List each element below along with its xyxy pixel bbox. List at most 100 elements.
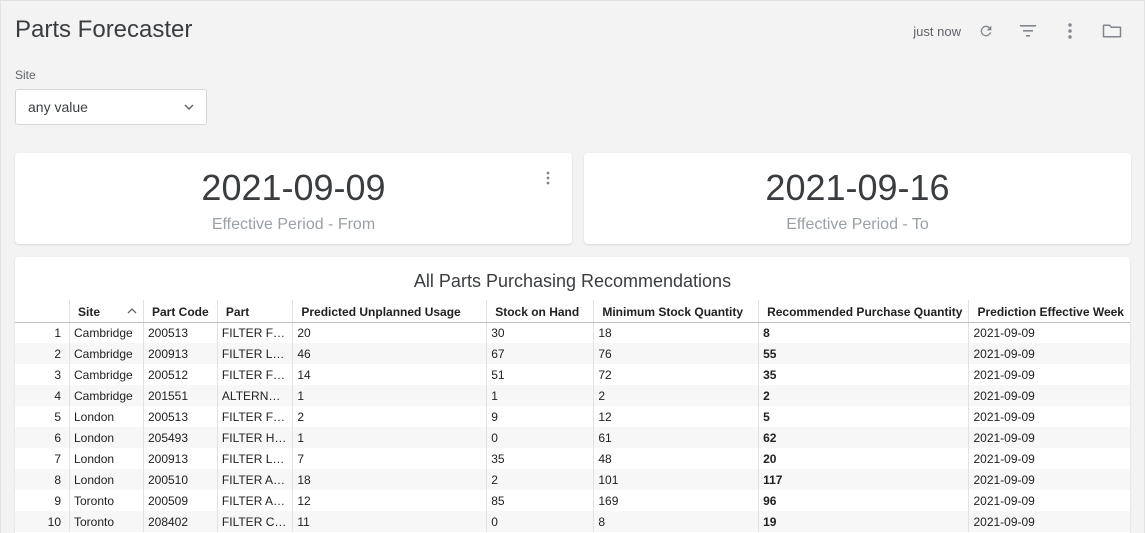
cell-part: FILTER L… (216, 448, 293, 469)
cell-recommended-qty: 35 (758, 364, 969, 385)
column-header-minimum-stock-quantity[interactable]: Minimum Stock Quantity (593, 300, 759, 323)
cell-site: London (69, 427, 144, 448)
cell-part: FILTER F… (216, 406, 293, 427)
row-index: 4 (15, 385, 70, 406)
cell-recommended-qty: 8 (758, 322, 969, 343)
cell-recommended-qty: 96 (758, 490, 969, 511)
cell-predicted-usage: 18 (292, 469, 487, 490)
cell-predicted-usage: 1 (292, 385, 487, 406)
cell-stock-on-hand: 51 (486, 364, 594, 385)
cell-predicted-usage: 46 (292, 343, 487, 364)
cell-effective-week: 2021-09-09 (968, 511, 1130, 532)
cell-stock-on-hand: 2 (486, 469, 594, 490)
row-index: 8 (15, 469, 70, 490)
column-header-part[interactable]: Part (216, 300, 293, 323)
column-header-part-code[interactable]: Part Code (142, 300, 218, 323)
cell-site: London (69, 469, 144, 490)
column-header-predicted-unplanned-usage[interactable]: Predicted Unplanned Usage (292, 300, 487, 323)
recommendations-table-tile: All Parts Purchasing Recommendations Sit… (15, 257, 1130, 533)
cell-predicted-usage: 20 (292, 322, 487, 343)
cell-part-code: 200513 (142, 322, 218, 343)
cell-predicted-usage: 11 (292, 511, 487, 532)
kpi-label-from: Effective Period - From (211, 216, 376, 233)
chevron-down-icon (184, 104, 194, 110)
cell-min-stock: 61 (593, 427, 759, 448)
more-vert-icon (1068, 23, 1072, 39)
cell-part-code: 205493 (142, 427, 218, 448)
refresh-button[interactable] (973, 18, 999, 44)
table-title: All Parts Purchasing Recommendations (413, 271, 732, 291)
cell-effective-week: 2021-09-09 (968, 322, 1130, 343)
table-row: 10 Toronto 208402 FILTER C… 11 0 8 19 2021-09-09 (15, 511, 1130, 532)
table-row: 5 London 200513 FILTER F… 2 9 12 5 2021-09-09 (15, 406, 1130, 427)
filters-button[interactable] (1015, 18, 1041, 44)
cell-recommended-qty: 19 (758, 511, 969, 532)
dashboard-toolbar: just now (913, 18, 1125, 44)
cell-min-stock: 48 (593, 448, 759, 469)
kpi-value-to: 2021-09-16 (765, 167, 950, 208)
site-filter-value: any value (28, 99, 88, 115)
cell-recommended-qty: 20 (758, 448, 969, 469)
cell-effective-week: 2021-09-09 (968, 448, 1130, 469)
table-row: 4 Cambridge 201551 ALTERN… 1 1 2 2 2021-09-09 (15, 385, 1130, 406)
cell-site: Cambridge (69, 322, 144, 343)
cell-part-code: 200509 (142, 490, 218, 511)
table-row: 2 Cambridge 200913 FILTER L… 46 67 76 55 2021-09… (15, 343, 1130, 364)
cell-effective-week: 2021-09-09 (968, 364, 1130, 385)
folder-icon (1102, 24, 1122, 38)
cell-predicted-usage: 2 (292, 406, 487, 427)
cell-predicted-usage: 7 (292, 448, 487, 469)
column-header-prediction-effective-week[interactable]: Prediction Effective Week (968, 300, 1130, 323)
row-index: 10 (15, 511, 70, 532)
table-row: 8 London 200510 FILTER A… 18 2 101 117 2021-09-0… (15, 469, 1130, 490)
cell-effective-week: 2021-09-09 (968, 385, 1130, 406)
cell-effective-week: 2021-09-09 (968, 427, 1130, 448)
table-row: 1 Cambridge 200513 FILTER F… 20 30 18 8 2021-09-… (15, 322, 1130, 343)
row-index: 6 (15, 427, 70, 448)
kpi-label-to: Effective Period - To (786, 216, 929, 233)
site-filter-select[interactable]: any value (15, 89, 207, 125)
kpi-tile-period-to: 2021-09-16 Effective Period - To (584, 153, 1131, 244)
cell-site: London (69, 406, 144, 427)
cell-part: FILTER H… (216, 427, 293, 448)
row-index-header (15, 300, 70, 323)
cell-part: FILTER F… (216, 364, 293, 385)
sort-ascending-icon[interactable] (127, 307, 137, 314)
kpi-value-from: 2021-09-09 (201, 167, 386, 208)
dashboard-menu-button[interactable] (1057, 18, 1083, 44)
cell-effective-week: 2021-09-09 (968, 490, 1130, 511)
more-vert-icon (546, 171, 550, 185)
cell-part: FILTER L… (216, 343, 293, 364)
cell-stock-on-hand: 30 (486, 322, 594, 343)
cell-recommended-qty: 2 (758, 385, 969, 406)
cell-site: Toronto (69, 490, 144, 511)
column-header-stock-on-hand[interactable]: Stock on Hand (486, 300, 594, 323)
cell-recommended-qty: 55 (758, 343, 969, 364)
cell-part-code: 200510 (142, 469, 218, 490)
cell-part: FILTER A… (216, 490, 293, 511)
row-index: 5 (54, 409, 61, 424)
cell-stock-on-hand: 35 (486, 448, 594, 469)
column-header-site[interactable]: Site (69, 300, 144, 323)
tile-menu-button[interactable] (542, 169, 554, 187)
cell-part: FILTER F… (216, 322, 293, 343)
refresh-icon (980, 25, 992, 37)
folder-button[interactable] (1099, 18, 1125, 44)
cell-min-stock: 2 (593, 385, 759, 406)
cell-effective-week: 2021-09-09 (968, 343, 1130, 364)
cell-min-stock: 169 (593, 490, 759, 511)
cell-part: FILTER A… (216, 469, 293, 490)
cell-stock-on-hand: 9 (486, 406, 594, 427)
cell-site: London (69, 448, 144, 469)
table-row: 6 London 205493 FILTER H… 1 0 61 62 2021-09-09 (15, 427, 1130, 448)
last-updated-text: just now (913, 23, 961, 39)
site-filter-label: Site (15, 68, 36, 82)
cell-part-code: 200913 (142, 448, 218, 469)
table-header-row: Site Part Code Part Predicted Unplanned … (15, 300, 1130, 323)
cell-min-stock: 12 (593, 406, 759, 427)
cell-stock-on-hand: 1 (486, 385, 594, 406)
column-header-recommended-purchase-quantity[interactable]: Recommended Purchase Quantity (758, 300, 969, 323)
cell-part-code: 200512 (142, 364, 218, 385)
row-index: 2 (15, 343, 70, 364)
dashboard-title: Parts Forecaster (15, 16, 193, 43)
